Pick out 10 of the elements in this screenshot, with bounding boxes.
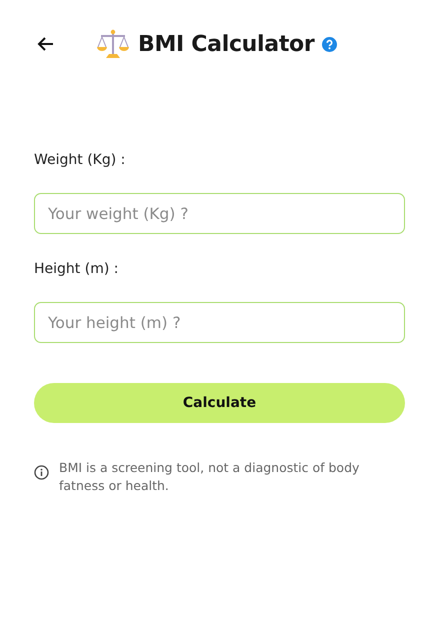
balance-scale-icon: [96, 27, 130, 61]
calculate-button[interactable]: Calculate: [34, 383, 405, 423]
app-title: BMI Calculator: [138, 32, 314, 56]
disclaimer-text: BMI is a screening tool, not a diagnostic of body fatness or health.: [59, 459, 360, 495]
field-label: Height (m) :: [34, 261, 120, 277]
help-icon[interactable]: [322, 36, 338, 52]
input-field[interactable]: Your weight (Kg) ?: [34, 193, 405, 234]
field-label: Weight (Kg) :: [34, 152, 126, 168]
info-icon: [34, 465, 49, 480]
input-field[interactable]: Your height (m) ?: [34, 302, 405, 343]
